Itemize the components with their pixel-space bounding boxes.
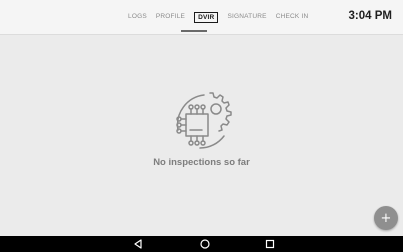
recents-square-icon[interactable] xyxy=(264,238,276,250)
plus-icon: + xyxy=(380,210,392,226)
screen: LOGS PROFILE DVIR SIGNATURE CHECK IN 3:0… xyxy=(0,0,403,252)
tab-check-in[interactable]: CHECK IN xyxy=(276,11,309,23)
tab-signature[interactable]: SIGNATURE xyxy=(227,11,266,23)
add-inspection-button[interactable]: + xyxy=(374,206,398,230)
back-triangle-icon[interactable] xyxy=(132,238,144,250)
active-tab-indicator xyxy=(181,30,207,32)
system-navigation-bar xyxy=(0,236,403,252)
top-tab-bar: LOGS PROFILE DVIR SIGNATURE CHECK IN 3:0… xyxy=(0,0,403,35)
clock-time: 3:04 PM xyxy=(348,10,392,22)
tab-profile[interactable]: PROFILE xyxy=(156,11,185,23)
home-circle-icon[interactable] xyxy=(199,238,211,250)
tab-dvir[interactable]: DVIR xyxy=(194,11,219,23)
empty-state-message: No inspections so far xyxy=(153,157,250,168)
tab-list: LOGS PROFILE DVIR SIGNATURE CHECK IN xyxy=(128,11,317,23)
circuit-gear-icon xyxy=(176,92,232,149)
tab-logs[interactable]: LOGS xyxy=(128,11,147,23)
